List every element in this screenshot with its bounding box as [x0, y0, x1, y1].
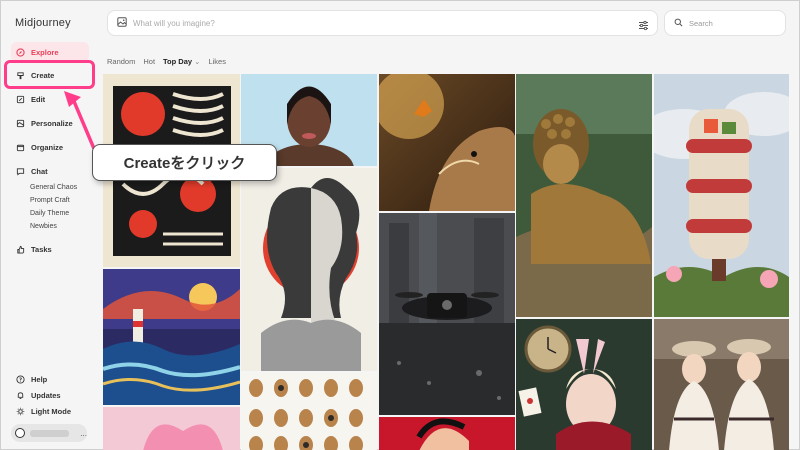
annotation-callout: Createをクリック: [92, 144, 277, 181]
gallery-image[interactable]: [379, 417, 515, 450]
chat-channel-daily-theme[interactable]: Daily Theme: [30, 210, 69, 217]
nav-chat-label: Chat: [31, 166, 48, 176]
nav-help-label: Help: [31, 374, 48, 384]
filter-likes[interactable]: Likes: [208, 57, 226, 66]
gallery-image[interactable]: [241, 373, 377, 450]
gallery-image[interactable]: [654, 74, 789, 317]
nav-light-mode-label: Light Mode: [31, 406, 71, 416]
chevron-down-icon: ⌄: [194, 57, 201, 66]
organize-icon: [16, 143, 25, 152]
gallery-image[interactable]: [103, 407, 240, 450]
filter-top-day-label: Top Day: [163, 57, 193, 66]
gallery-image[interactable]: [379, 74, 515, 211]
updates-icon: [16, 391, 25, 400]
personalize-icon: [16, 119, 25, 128]
edit-icon: [16, 95, 25, 104]
search-icon: [674, 14, 683, 32]
tasks-icon: [16, 245, 25, 254]
search-box[interactable]: [664, 10, 786, 36]
help-icon: ?: [16, 374, 25, 384]
chat-channel-prompt-craft[interactable]: Prompt Craft: [30, 197, 70, 204]
profile-name-redacted: [29, 429, 70, 437]
explore-icon: [16, 47, 25, 57]
image-icon[interactable]: [117, 14, 127, 32]
profile-more-icon: ...: [80, 428, 87, 438]
filter-random[interactable]: Random: [107, 57, 135, 66]
nav-explore-label: Explore: [31, 47, 59, 57]
gallery-image[interactable]: [379, 213, 515, 415]
gallery-image[interactable]: [654, 319, 789, 450]
search-input[interactable]: [689, 18, 779, 28]
nav-organize-label: Organize: [31, 142, 64, 152]
filter-top-day[interactable]: Top Day ⌄: [163, 57, 200, 66]
nav-tasks-label: Tasks: [31, 244, 52, 254]
app-window: Midjourney Explore Create Edit Personali…: [0, 0, 800, 450]
app-logo: Midjourney: [15, 17, 71, 29]
imagine-bar[interactable]: [107, 10, 658, 36]
chat-channel-newbies[interactable]: Newbies: [30, 223, 57, 230]
imagine-input[interactable]: [133, 18, 657, 28]
chat-channel-general-chaos[interactable]: General Chaos: [30, 184, 77, 191]
gallery-image[interactable]: [103, 269, 240, 405]
light-mode-icon: [16, 407, 25, 416]
feed-filters: Random Hot Top Day ⌄ Likes: [107, 57, 226, 66]
nav-updates-label: Updates: [31, 390, 61, 400]
nav-explore[interactable]: Explore: [11, 42, 89, 62]
gallery-image[interactable]: [516, 74, 652, 317]
nav-chat[interactable]: Chat: [11, 161, 89, 181]
filter-hot[interactable]: Hot: [143, 57, 155, 66]
avatar: [15, 428, 25, 438]
nav-light-mode[interactable]: Light Mode: [11, 401, 89, 421]
chat-icon: [16, 167, 25, 176]
profile-button[interactable]: ...: [11, 424, 87, 442]
sliders-icon[interactable]: [638, 18, 649, 31]
gallery-image[interactable]: [516, 319, 652, 450]
nav-tasks[interactable]: Tasks: [11, 239, 89, 259]
nav-edit-label: Edit: [31, 94, 46, 104]
svg-text:?: ?: [19, 377, 22, 383]
gallery-image[interactable]: [241, 168, 377, 371]
